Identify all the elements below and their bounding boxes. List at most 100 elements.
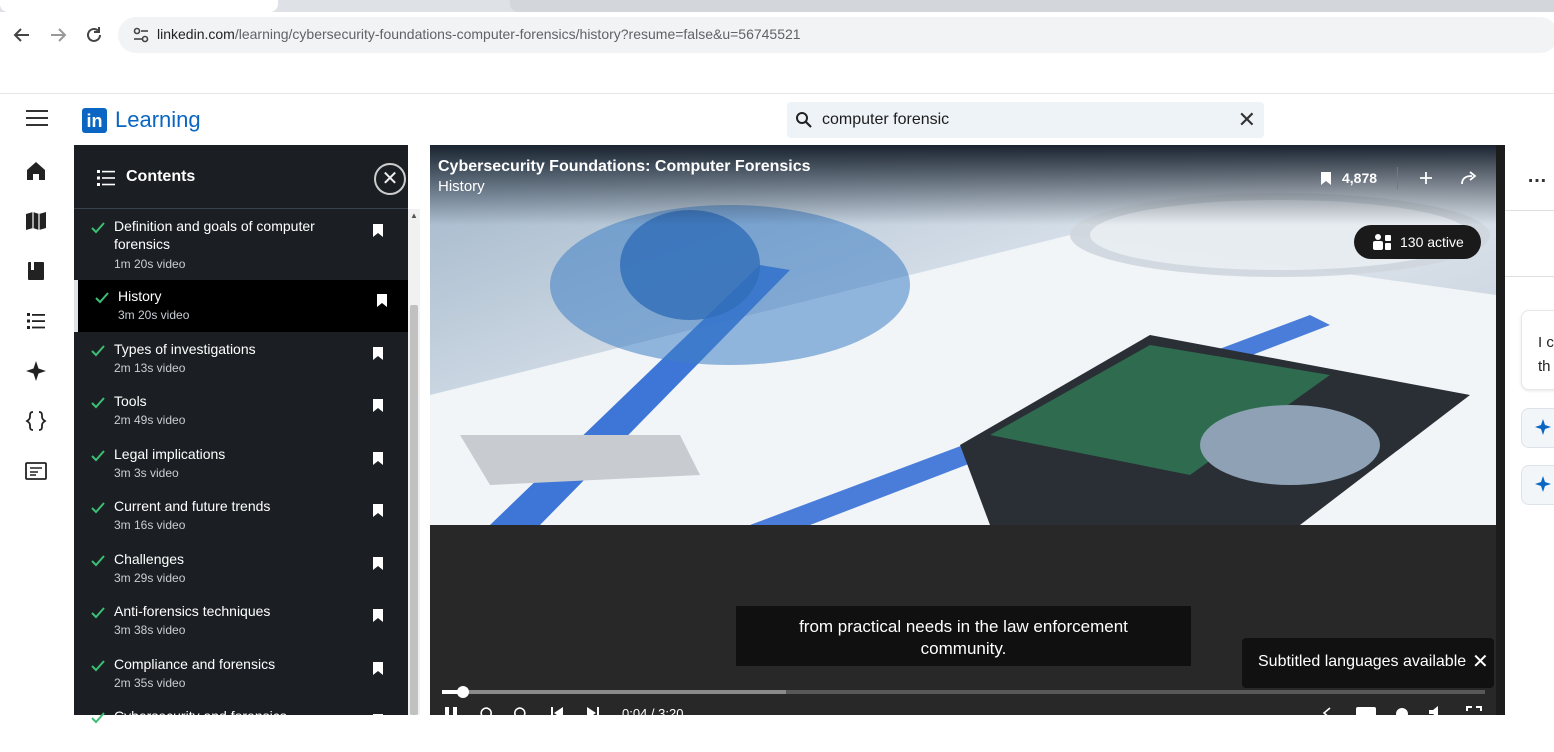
caption-line: community. (920, 639, 1007, 658)
home-icon[interactable] (24, 159, 48, 183)
certificate-icon[interactable] (24, 459, 48, 483)
volume-icon[interactable] (1428, 706, 1446, 718)
bookmark-icon[interactable] (372, 608, 384, 623)
captions-icon[interactable] (1356, 707, 1376, 719)
progress-handle[interactable] (457, 686, 469, 698)
browser-toolbar: linkedin.com/learning/cybersecurity-foun… (0, 12, 1554, 58)
item-duration: 2m 49s video (114, 413, 186, 427)
item-duration: 2m 13s video (114, 361, 186, 375)
bookmark-icon[interactable] (372, 556, 384, 571)
sparkle-icon[interactable] (24, 359, 48, 383)
ai-suggestion-chip[interactable] (1521, 465, 1554, 505)
scrollbar-thumb[interactable] (410, 305, 418, 715)
fullscreen-icon[interactable] (1466, 706, 1482, 718)
search-input[interactable]: computer forensic (822, 111, 949, 129)
reload-icon[interactable] (83, 24, 105, 46)
people-icon (1373, 234, 1391, 250)
item-duration: 1m 20s video (114, 257, 186, 271)
item-duration: 2m 35s video (114, 676, 186, 690)
ai-message-text: I c th (1538, 331, 1554, 379)
contents-scrollbar[interactable]: ▲ (408, 209, 420, 715)
close-toast-icon[interactable]: ✕ (1472, 649, 1489, 674)
contents-item[interactable]: Tools 2m 49s video (74, 385, 408, 437)
forward-arrow-icon[interactable] (47, 24, 69, 46)
contents-title: Contents (126, 168, 196, 185)
video-frame[interactable] (430, 145, 1496, 525)
contents-item[interactable]: Compliance and forensics 2m 35s video (74, 648, 408, 700)
bookmark-icon[interactable] (372, 661, 384, 676)
item-duration: 3m 16s video (114, 518, 186, 532)
close-contents-button[interactable]: ✕ (374, 163, 406, 195)
sparkle-icon (1535, 476, 1551, 492)
divider (1397, 167, 1399, 189)
bookmark-icon[interactable] (372, 451, 384, 466)
checkmark-icon (91, 397, 105, 409)
left-rail (0, 145, 74, 715)
checkmark-icon (91, 345, 105, 357)
browser-tab[interactable] (510, 0, 1554, 12)
search-icon (796, 112, 812, 128)
browser-tab-active[interactable] (0, 0, 278, 12)
app-header: in Learning computer forensic ✕ (0, 93, 1554, 145)
settings-gear-icon[interactable] (1394, 706, 1410, 718)
contents-item[interactable]: Legal implications 3m 3s video (74, 438, 408, 490)
item-title: Types of investigations (114, 341, 256, 357)
item-title: Tools (114, 393, 147, 409)
contents-item[interactable]: History 3m 20s video (74, 280, 408, 332)
bookmark-icon[interactable] (372, 223, 384, 238)
next-icon[interactable] (586, 707, 600, 719)
contents-item[interactable]: Definition and goals of computer forensi… (74, 210, 408, 280)
time-display: 0:04 / 3:20 (622, 706, 684, 721)
contents-item[interactable]: Cybersecurity and forensics (74, 700, 408, 752)
address-bar[interactable]: linkedin.com/learning/cybersecurity-foun… (118, 17, 1554, 53)
search-bar[interactable]: computer forensic ✕ (787, 102, 1264, 138)
bookmark-icon[interactable] (372, 398, 384, 413)
divider (1505, 276, 1554, 277)
contents-list-icon (97, 170, 115, 186)
hamburger-menu-icon[interactable] (26, 110, 48, 128)
code-braces-icon[interactable] (24, 409, 48, 433)
book-icon[interactable] (24, 259, 48, 283)
contents-item[interactable]: Types of investigations 2m 13s video (74, 333, 408, 385)
bookmark-icon[interactable] (376, 293, 388, 308)
contents-item[interactable]: Current and future trends 3m 16s video (74, 490, 408, 542)
video-caption: from practical needs in the law enforcem… (736, 606, 1191, 666)
more-options-icon[interactable]: … (1527, 165, 1548, 188)
url-host: linkedin.com (157, 26, 235, 42)
scroll-up-arrow-icon[interactable]: ▲ (410, 211, 418, 220)
toast-text: Subtitled languages available (1258, 653, 1467, 670)
contents-header: Contents ✕ (74, 145, 408, 209)
item-title: Legal implications (114, 446, 226, 462)
bookmark-icon[interactable] (372, 346, 384, 361)
rewind-icon[interactable] (480, 707, 494, 719)
contents-item[interactable]: Challenges 3m 29s video (74, 543, 408, 595)
previous-icon[interactable] (550, 707, 564, 719)
item-title: Compliance and forensics (114, 656, 276, 672)
item-duration: 3m 20s video (118, 308, 190, 322)
share-icon[interactable] (1460, 170, 1478, 186)
chapter-arrow-icon[interactable] (1322, 707, 1332, 719)
bookmark-icon[interactable] (372, 713, 384, 728)
list-icon[interactable] (24, 309, 48, 333)
fast-forward-icon[interactable] (512, 707, 526, 719)
saves-count: 4,878 (1342, 170, 1378, 186)
video-player[interactable]: Cybersecurity Foundations: Computer Fore… (430, 145, 1505, 721)
right-panel: … I c th (1505, 145, 1554, 715)
map-icon[interactable] (24, 209, 48, 233)
add-icon[interactable] (1418, 170, 1434, 186)
ai-message-card: I c th (1521, 310, 1554, 390)
back-arrow-icon[interactable] (11, 24, 33, 46)
bookmark-icon[interactable] (1320, 171, 1332, 186)
checkmark-icon (91, 502, 105, 514)
contents-item[interactable]: Anti-forensics techniques 3m 38s video (74, 595, 408, 647)
checkmark-icon (91, 712, 105, 724)
progress-bar[interactable] (442, 686, 1485, 698)
clear-search-icon[interactable]: ✕ (1238, 107, 1256, 133)
pause-icon[interactable] (444, 707, 458, 719)
video-frame-image (430, 145, 1496, 525)
bookmark-icon[interactable] (372, 503, 384, 518)
site-settings-icon[interactable] (132, 26, 150, 44)
ai-message-line: th (1538, 358, 1551, 375)
ai-suggestion-chip[interactable] (1521, 408, 1554, 448)
linkedin-learning-logo[interactable]: in Learning (82, 107, 201, 133)
